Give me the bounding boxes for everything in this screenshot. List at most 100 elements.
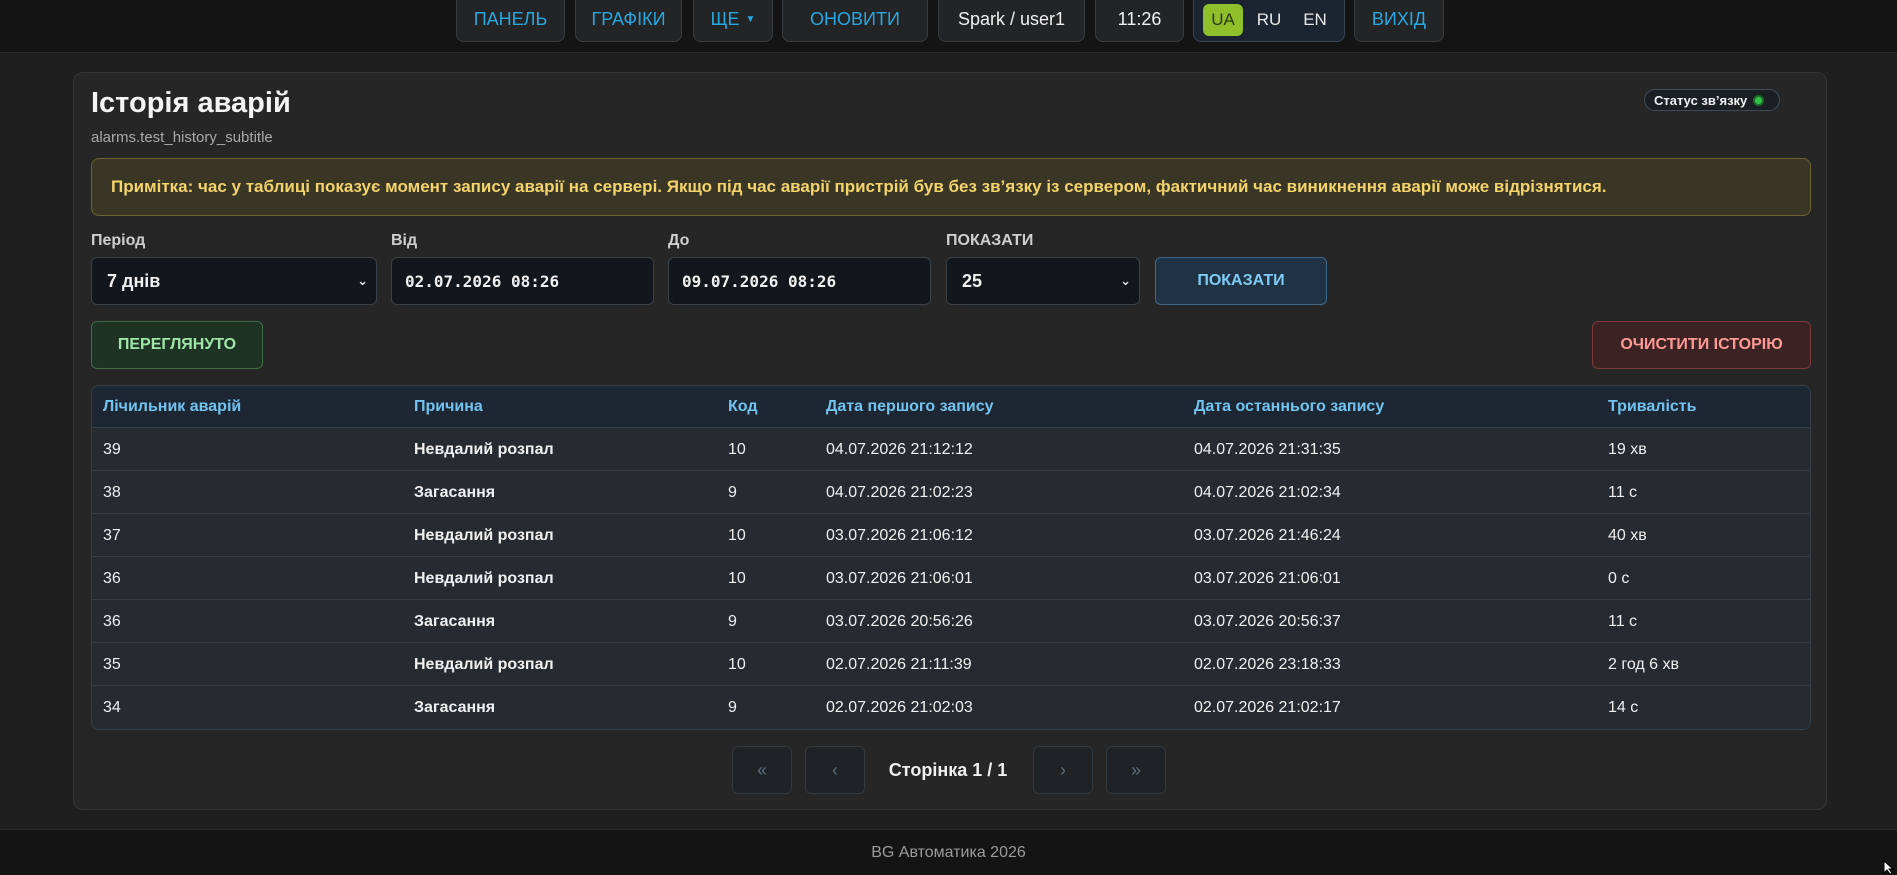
last-page-button[interactable]: » bbox=[1106, 746, 1166, 794]
period-select[interactable]: 7 днів ⌄ bbox=[91, 257, 377, 305]
chevron-down-icon: ⌄ bbox=[1120, 273, 1131, 288]
cell-code: 10 bbox=[728, 440, 746, 458]
lang-ru-button[interactable]: RU bbox=[1249, 4, 1289, 36]
cell-duration: 40 хв bbox=[1608, 526, 1647, 544]
cell-reason: Загасання bbox=[414, 698, 496, 716]
header-code[interactable]: Код bbox=[728, 386, 757, 428]
cell-reason: Невдалий розпал bbox=[414, 655, 554, 673]
page-subtitle: alarms.test_history_subtitle bbox=[91, 129, 273, 146]
cell-code: 9 bbox=[728, 483, 737, 501]
cell-counter: 36 bbox=[103, 569, 121, 587]
cell-code: 9 bbox=[728, 698, 737, 716]
table-row: 36 Загасання 9 03.07.2026 20:56:26 03.07.202… bbox=[92, 600, 1810, 643]
cell-last-record: 04.07.2026 21:31:35 bbox=[1194, 440, 1341, 458]
cell-counter: 35 bbox=[103, 655, 121, 673]
cell-reason: Невдалий розпал bbox=[414, 440, 554, 458]
cell-first-record: 03.07.2026 21:06:12 bbox=[826, 526, 973, 544]
nav-charts-button[interactable]: ГРАФІКИ bbox=[575, 0, 682, 42]
page-indicator: Сторінка 1 / 1 bbox=[888, 759, 1008, 780]
cell-first-record: 03.07.2026 20:56:26 bbox=[826, 612, 973, 630]
cell-reason: Загасання bbox=[414, 612, 496, 630]
cell-duration: 19 хв bbox=[1608, 440, 1647, 458]
nav-logout-button[interactable]: ВИХІД bbox=[1354, 0, 1444, 42]
cell-last-record: 02.07.2026 21:02:17 bbox=[1194, 698, 1341, 716]
table-row: 38 Загасання 9 04.07.2026 21:02:23 04.07.202… bbox=[92, 471, 1810, 514]
footer: BG Автоматика 2026 bbox=[0, 829, 1897, 875]
cell-last-record: 02.07.2026 23:18:33 bbox=[1194, 655, 1341, 673]
nav-more-label: ЩЕ bbox=[710, 9, 740, 29]
cell-last-record: 03.07.2026 21:46:24 bbox=[1194, 526, 1341, 544]
cell-code: 10 bbox=[728, 526, 746, 544]
header-duration[interactable]: Тривалість bbox=[1608, 386, 1696, 428]
header-last-record[interactable]: Дата останнього запису bbox=[1194, 386, 1384, 428]
user-label: Spark / user1 bbox=[938, 0, 1085, 42]
cell-code: 9 bbox=[728, 612, 737, 630]
clock-label: 11:26 bbox=[1095, 0, 1184, 42]
header-reason[interactable]: Причина bbox=[414, 386, 483, 428]
cell-last-record: 03.07.2026 20:56:37 bbox=[1194, 612, 1341, 630]
cell-first-record: 04.07.2026 21:02:23 bbox=[826, 483, 973, 501]
cell-duration: 11 с bbox=[1608, 612, 1638, 630]
connection-status-label: Статус зв’язку bbox=[1654, 92, 1748, 108]
cell-duration: 11 с bbox=[1608, 483, 1638, 501]
first-page-button[interactable]: « bbox=[732, 746, 792, 794]
from-label: Від bbox=[391, 232, 418, 249]
clear-history-button[interactable]: ОЧИСТИТИ ІСТОРІЮ bbox=[1592, 321, 1811, 369]
page-title: Історія аварій bbox=[91, 87, 291, 119]
table-header: Лічильник аварій Причина Код Дата першог… bbox=[92, 386, 1810, 428]
cell-first-record: 02.07.2026 21:11:39 bbox=[826, 655, 972, 673]
chevron-down-icon: ▼ bbox=[745, 14, 756, 25]
next-page-button[interactable]: › bbox=[1033, 746, 1093, 794]
period-label: Період bbox=[91, 232, 146, 249]
footer-copyright: BG Автоматика 2026 bbox=[871, 843, 1026, 861]
cell-code: 10 bbox=[728, 655, 746, 673]
cell-code: 10 bbox=[728, 569, 746, 587]
cell-first-record: 03.07.2026 21:06:01 bbox=[826, 569, 973, 587]
cell-duration: 14 с bbox=[1608, 698, 1639, 716]
language-switcher: UA RU EN bbox=[1193, 0, 1345, 42]
cell-reason: Невдалий розпал bbox=[414, 526, 554, 544]
cell-counter: 37 bbox=[103, 526, 121, 544]
table-row: 35 Невдалий розпал 10 02.07.2026 21:11:39 02… bbox=[92, 643, 1810, 686]
cell-first-record: 04.07.2026 21:12:12 bbox=[826, 440, 973, 458]
cell-counter: 34 bbox=[103, 698, 121, 716]
nav-refresh-button[interactable]: ОНОВИТИ bbox=[782, 0, 928, 42]
show-button[interactable]: ПОКАЗАТИ bbox=[1155, 257, 1327, 305]
header-alarm-counter[interactable]: Лічильник аварій bbox=[103, 386, 241, 428]
cell-reason: Невдалий розпал bbox=[414, 569, 554, 587]
header-first-record[interactable]: Дата першого запису bbox=[826, 386, 994, 428]
info-note: Примітка: час у таблиці показує момент з… bbox=[91, 158, 1811, 216]
alarm-history-table: Лічильник аварій Причина Код Дата першог… bbox=[91, 385, 1811, 730]
cell-counter: 36 bbox=[103, 612, 121, 630]
lang-ua-button[interactable]: UA bbox=[1203, 3, 1243, 36]
cell-duration: 0 с bbox=[1608, 569, 1630, 587]
prev-page-button[interactable]: ‹ bbox=[805, 746, 865, 794]
to-label: До bbox=[668, 232, 690, 249]
cell-last-record: 04.07.2026 21:02:34 bbox=[1194, 483, 1341, 501]
status-dot-icon bbox=[1753, 94, 1765, 106]
cell-last-record: 03.07.2026 21:06:01 bbox=[1194, 569, 1341, 587]
nav-panel-button[interactable]: ПАНЕЛЬ bbox=[456, 0, 565, 42]
table-row: 39 Невдалий розпал 10 04.07.2026 21:12:12 04… bbox=[92, 428, 1810, 471]
table-row: 34 Загасання 9 02.07.2026 21:02:03 02.07.202… bbox=[92, 686, 1810, 729]
cell-duration: 2 год 6 хв bbox=[1608, 655, 1679, 673]
alarm-history-card: Історія аварій alarms.test_history_subti… bbox=[73, 72, 1827, 810]
mark-seen-button[interactable]: ПЕРЕГЛЯНУТО bbox=[91, 321, 263, 369]
lang-en-button[interactable]: EN bbox=[1295, 4, 1335, 36]
mouse-cursor-icon bbox=[1883, 860, 1895, 875]
cell-first-record: 02.07.2026 21:02:03 bbox=[826, 698, 973, 716]
table-row: 37 Невдалий розпал 10 03.07.2026 21:06:12 03… bbox=[92, 514, 1810, 557]
cell-counter: 39 bbox=[103, 440, 121, 458]
show-count-value: 25 bbox=[962, 270, 983, 291]
connection-status-badge: Статус зв’язку bbox=[1644, 89, 1780, 111]
chevron-down-icon: ⌄ bbox=[357, 273, 368, 288]
from-datetime-input[interactable]: 02.07.2026 08:26 bbox=[391, 257, 654, 305]
show-count-label: ПОКАЗАТИ bbox=[946, 232, 1034, 249]
period-select-value: 7 днів bbox=[107, 270, 161, 291]
cell-reason: Загасання bbox=[414, 483, 496, 501]
nav-more-button[interactable]: ЩЕ ▼ bbox=[693, 0, 773, 42]
cell-counter: 38 bbox=[103, 483, 121, 501]
show-count-select[interactable]: 25 ⌄ bbox=[946, 257, 1140, 305]
to-datetime-input[interactable]: 09.07.2026 08:26 bbox=[668, 257, 931, 305]
top-navbar: ПАНЕЛЬ ГРАФІКИ ЩЕ ▼ ОНОВИТИ Spark / user… bbox=[0, 0, 1897, 53]
